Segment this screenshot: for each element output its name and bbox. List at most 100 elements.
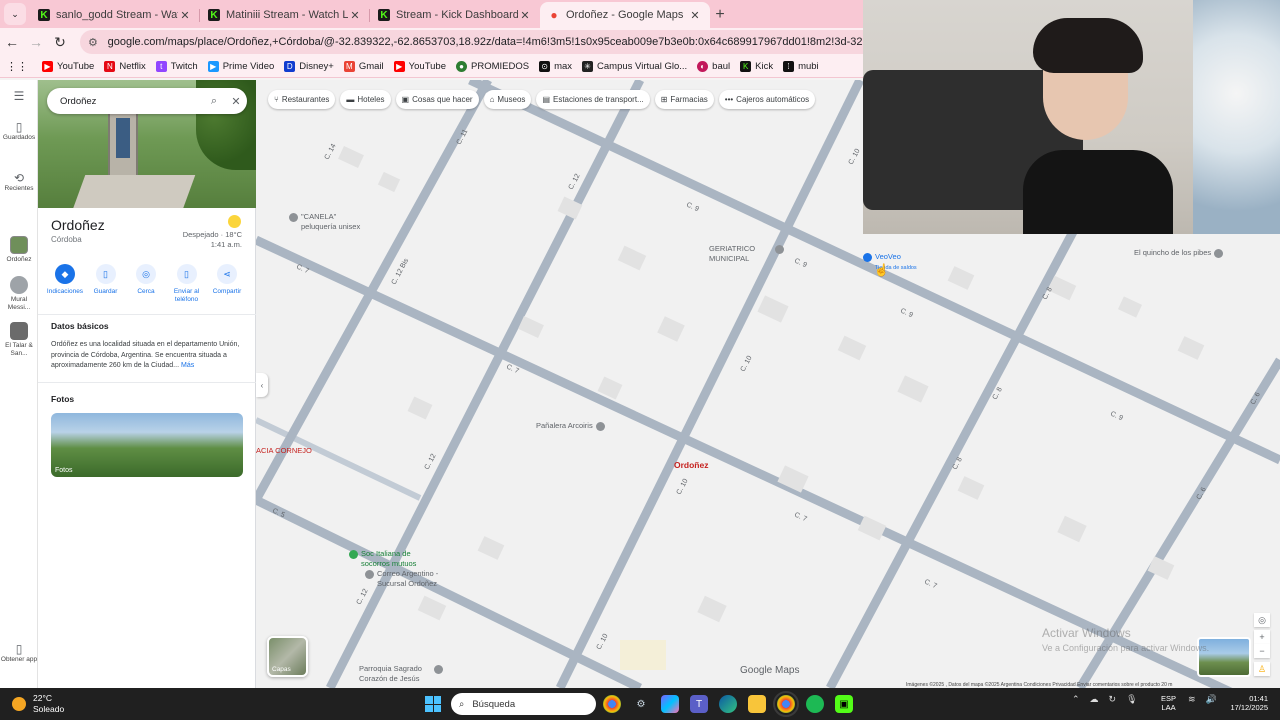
weather-cond: Soleado <box>33 704 65 714</box>
get-app-button[interactable]: ▯ Obtener app <box>0 643 38 664</box>
file-explorer-icon[interactable] <box>748 695 766 713</box>
place-pin-icon <box>289 212 298 222</box>
chip-transit[interactable]: ▤ Estaciones de transport... <box>536 90 650 109</box>
chrome-icon[interactable] <box>603 695 621 713</box>
bookmark-kick[interactable]: K Kick <box>740 61 773 72</box>
poi-parroquia[interactable]: Parroquia Sagrado Corazón de Jesús <box>359 664 446 683</box>
close-icon[interactable]: ✕ <box>348 9 362 22</box>
bookmark-baul[interactable]: ◐ baul <box>697 61 730 72</box>
bookmark-netflix[interactable]: N Netflix <box>104 61 146 72</box>
search-box[interactable]: Ordoñez ⌕ ✕ <box>47 88 247 114</box>
poi-quincho[interactable]: El quincho de los pibes <box>1134 248 1226 258</box>
save-button[interactable]: ▯ Guardar <box>87 264 125 304</box>
taskbar-search[interactable]: ⌕ Búsqueda <box>451 693 596 715</box>
chip-pharmacies[interactable]: ⊞ Farmacias <box>654 90 714 109</box>
microphone-icon[interactable]: 🎙 <box>1126 694 1137 705</box>
recent-talar[interactable]: El Talar & San... <box>0 322 38 358</box>
browser-tab-active[interactable]: ● Ordoñez - Google Maps ✕ <box>540 2 710 28</box>
atm-icon: ••• <box>724 95 734 104</box>
reload-icon[interactable]: ↻ <box>48 34 72 51</box>
system-tray: ⌃ ☁ ↻ 🎙 <box>1072 694 1148 705</box>
poi-farmacia[interactable]: ACIA CORNEJO <box>256 446 312 455</box>
copilot-icon[interactable] <box>661 695 679 713</box>
chrome-active-icon[interactable] <box>773 691 799 717</box>
steam-icon[interactable]: ⚙ <box>632 695 650 713</box>
bookmark-disney[interactable]: D Disney+ <box>284 61 334 72</box>
new-tab-button[interactable]: + <box>710 6 730 24</box>
weather-widget[interactable]: 22°C Soleado <box>12 693 64 715</box>
edge-icon[interactable] <box>719 695 737 713</box>
poi-geriatrico[interactable]: GERIATRICO MUNICIPAL <box>709 244 787 263</box>
pegman-button[interactable]: ♙ <box>1254 662 1270 676</box>
browser-tab[interactable]: K Matiniii Stream - Watch Live on ✕ <box>200 2 370 28</box>
apps-icon[interactable]: ⋮⋮ <box>6 60 28 73</box>
tab-search-button[interactable]: ⌄ <box>4 3 26 25</box>
chip-restaurants[interactable]: ⑂ Restaurantes <box>268 90 336 109</box>
poi-correo[interactable]: Correo Argentino - Sucursal Ordoñez <box>362 569 438 588</box>
close-icon[interactable]: ✕ <box>518 9 532 22</box>
sync-icon[interactable]: ↻ <box>1109 694 1117 705</box>
spotify-icon[interactable] <box>806 695 824 713</box>
bookmark-youtube-2[interactable]: ▶ YouTube <box>393 61 446 72</box>
bookmark-mubi[interactable]: ⁞ mubi <box>783 61 819 72</box>
share-button[interactable]: ⋖ Compartir <box>208 264 246 304</box>
zoom-in-button[interactable]: + <box>1254 630 1270 644</box>
recent-ordonez[interactable]: Ordoñez <box>0 236 38 264</box>
bookmark-prime[interactable]: ▶ Prime Video <box>207 61 274 72</box>
poi-panalera[interactable]: Pañalera Arcoiris <box>536 421 608 431</box>
search-icon[interactable]: ⌕ <box>203 95 225 108</box>
browser-tab[interactable]: K Stream - Kick Dashboard ✕ <box>370 2 540 28</box>
campus-icon: ✳ <box>582 61 594 72</box>
address-bar[interactable]: ⚙ google.com/maps/place/Ordoñez,+Córdoba… <box>80 30 863 54</box>
site-info-icon[interactable]: ⚙ <box>88 36 100 49</box>
my-location-button[interactable]: ◎ <box>1254 613 1270 627</box>
close-icon[interactable]: ✕ <box>688 9 702 22</box>
max-icon: ⊙ <box>539 61 551 72</box>
kick-app-icon[interactable]: ▣ <box>835 695 853 713</box>
back-icon[interactable]: ← <box>0 34 24 50</box>
search-input[interactable]: Ordoñez <box>60 96 203 107</box>
chip-things-to-do[interactable]: ▣ Cosas que hacer <box>395 90 479 109</box>
chip-hotels[interactable]: ▬ Hoteles <box>340 90 391 109</box>
close-icon[interactable]: ✕ <box>178 9 192 22</box>
weather-info: Despejado · 18°C 1:41 a.m. <box>183 230 242 250</box>
poi-soc-italiana[interactable]: Soc Italiana de socorros mutuos <box>346 549 416 568</box>
saved-button[interactable]: ▯ Guardados <box>0 121 38 142</box>
windows-start-icon[interactable] <box>425 696 441 712</box>
menu-button[interactable]: ☰ <box>0 90 38 103</box>
bookmark-gmail[interactable]: M Gmail <box>343 61 384 72</box>
wifi-icon[interactable]: ≋ <box>1188 694 1196 705</box>
photos-thumbnail[interactable]: Fotos <box>51 413 243 477</box>
send-to-phone-button[interactable]: ▯ Enviar al teléfono <box>168 264 206 304</box>
chip-museums[interactable]: ⌂ Museos <box>483 90 532 109</box>
url-text[interactable]: google.com/maps/place/Ordoñez,+Córdoba/@… <box>108 36 863 48</box>
bookmark-twitch[interactable]: t Twitch <box>155 61 198 72</box>
street-label: C. 14 <box>324 143 338 161</box>
browser-tab[interactable]: K sanlo_godd Stream - Watch Live ✕ <box>30 2 200 28</box>
volume-icon[interactable]: 🔊 <box>1206 694 1217 705</box>
recent-mural[interactable]: Mural Messi... <box>0 276 38 312</box>
poi-canela[interactable]: "CANELA" peluquería unisex <box>286 212 360 231</box>
bookmark-campus[interactable]: ✳ Campus Virtual Glo... <box>582 61 687 72</box>
cloud-icon[interactable]: ☁ <box>1090 694 1099 705</box>
bookmark-promiedos[interactable]: ● PROMIEDOS <box>456 61 529 72</box>
nearby-button[interactable]: ◎ Cerca <box>127 264 165 304</box>
poi-name: Parroquia Sagrado <box>359 664 422 673</box>
system-clock[interactable]: 01:41 17/12/2025 <box>1228 694 1268 712</box>
collapse-panel-button[interactable]: ‹ <box>256 373 268 397</box>
chevron-up-icon[interactable]: ⌃ <box>1072 694 1080 705</box>
recent-button[interactable]: ⟲ Recientes <box>0 172 38 193</box>
bookmark-max[interactable]: ⊙ max <box>539 61 572 72</box>
layers-button[interactable]: Capas <box>267 636 308 677</box>
more-link[interactable]: Más <box>181 362 194 369</box>
category-chips: ⑂ Restaurantes ▬ Hoteles ▣ Cosas que hacer … <box>268 90 820 109</box>
directions-button[interactable]: ◆ Indicaciones <box>46 264 84 304</box>
language-indicator[interactable]: ESP LAA <box>1161 694 1176 712</box>
bookmark-youtube[interactable]: ▶ YouTube <box>42 61 94 72</box>
zoom-out-button[interactable]: − <box>1254 644 1270 658</box>
teams-icon[interactable]: T <box>690 695 708 713</box>
chip-atms[interactable]: ••• Cajeros automáticos <box>718 90 816 109</box>
kick-icon: K <box>378 9 390 21</box>
forward-icon[interactable]: → <box>24 34 48 50</box>
close-icon[interactable]: ✕ <box>225 95 247 108</box>
